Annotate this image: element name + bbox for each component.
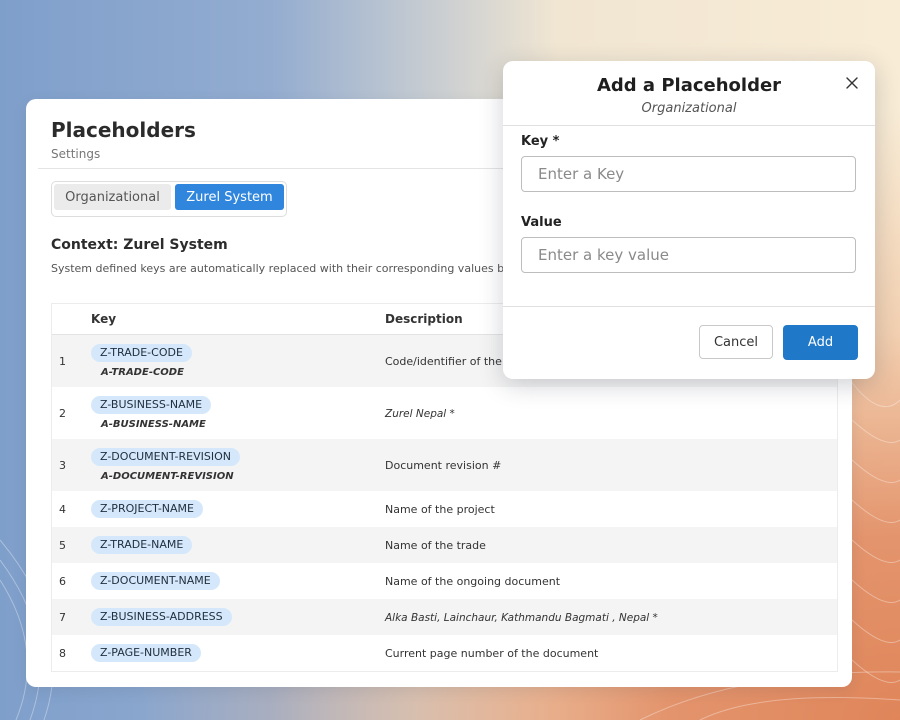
key-alias: A-DOCUMENT-REVISION xyxy=(101,471,234,482)
close-icon[interactable] xyxy=(843,74,861,92)
row-description: Name of the trade xyxy=(385,538,486,552)
table-row[interactable]: 3 Z-DOCUMENT-REVISION A-DOCUMENT-REVISIO… xyxy=(52,439,837,491)
row-index: 1 xyxy=(59,354,66,368)
modal-footer-divider xyxy=(503,306,875,307)
add-placeholder-modal: Add a Placeholder Organizational Key * V… xyxy=(503,61,875,379)
row-index: 4 xyxy=(59,502,66,516)
row-index: 8 xyxy=(59,646,66,660)
row-index: 2 xyxy=(59,406,66,420)
key-pill: Z-DOCUMENT-REVISION xyxy=(91,448,240,466)
row-index: 6 xyxy=(59,574,66,588)
key-label: Key * xyxy=(521,134,560,149)
context-tab-group: Organizational Zurel System xyxy=(51,181,287,217)
context-description: System defined keys are automatically re… xyxy=(51,262,524,275)
page-subtitle: Settings xyxy=(51,147,101,161)
key-pill: Z-PROJECT-NAME xyxy=(91,500,203,518)
value-input[interactable] xyxy=(521,237,856,273)
row-description: Name of the project xyxy=(385,502,495,516)
tab-organizational[interactable]: Organizational xyxy=(54,184,171,210)
page-title: Placeholders xyxy=(51,118,196,142)
key-alias: A-TRADE-CODE xyxy=(101,367,184,378)
add-button[interactable]: Add xyxy=(783,325,858,360)
row-index: 7 xyxy=(59,610,66,624)
row-description: Current page number of the document xyxy=(385,646,599,660)
modal-title: Add a Placeholder xyxy=(596,75,782,96)
key-pill: Z-DOCUMENT-NAME xyxy=(91,572,220,590)
key-header: Key xyxy=(91,304,353,335)
table-row[interactable]: 2 Z-BUSINESS-NAME A-BUSINESS-NAME Zurel … xyxy=(52,387,837,439)
table-row[interactable]: 5 Z-TRADE-NAME Name of the trade xyxy=(52,527,837,563)
row-description: Document revision # xyxy=(385,458,502,472)
key-pill: Z-BUSINESS-NAME xyxy=(91,396,212,414)
modal-subtitle: Organizational xyxy=(641,101,737,116)
key-pill: Z-PAGE-NUMBER xyxy=(91,644,201,662)
row-index: 5 xyxy=(59,538,66,552)
key-pill: Z-BUSINESS-ADDRESS xyxy=(91,608,232,626)
table-row[interactable]: 8 Z-PAGE-NUMBER Current page number of t… xyxy=(52,635,837,671)
key-pill: Z-TRADE-CODE xyxy=(91,344,192,362)
context-title: Context: Zurel System xyxy=(51,237,228,253)
tab-zurel-system[interactable]: Zurel System xyxy=(175,184,284,210)
row-description: Zurel Nepal * xyxy=(385,407,455,420)
index-header xyxy=(52,304,91,335)
table-row[interactable]: 4 Z-PROJECT-NAME Name of the project xyxy=(52,491,837,527)
cancel-button[interactable]: Cancel xyxy=(699,325,773,359)
key-input[interactable] xyxy=(521,156,856,192)
table-row[interactable]: 7 Z-BUSINESS-ADDRESS Alka Basti, Laincha… xyxy=(52,599,837,635)
key-alias: A-BUSINESS-NAME xyxy=(101,419,206,430)
table-row[interactable]: 6 Z-DOCUMENT-NAME Name of the ongoing do… xyxy=(52,563,837,599)
row-index: 3 xyxy=(59,458,66,472)
key-pill: Z-TRADE-NAME xyxy=(91,536,193,554)
row-description: Alka Basti, Lainchaur, Kathmandu Bagmati… xyxy=(385,611,658,624)
modal-divider xyxy=(503,125,875,126)
value-label: Value xyxy=(521,215,562,230)
row-description: Name of the ongoing document xyxy=(385,574,561,588)
